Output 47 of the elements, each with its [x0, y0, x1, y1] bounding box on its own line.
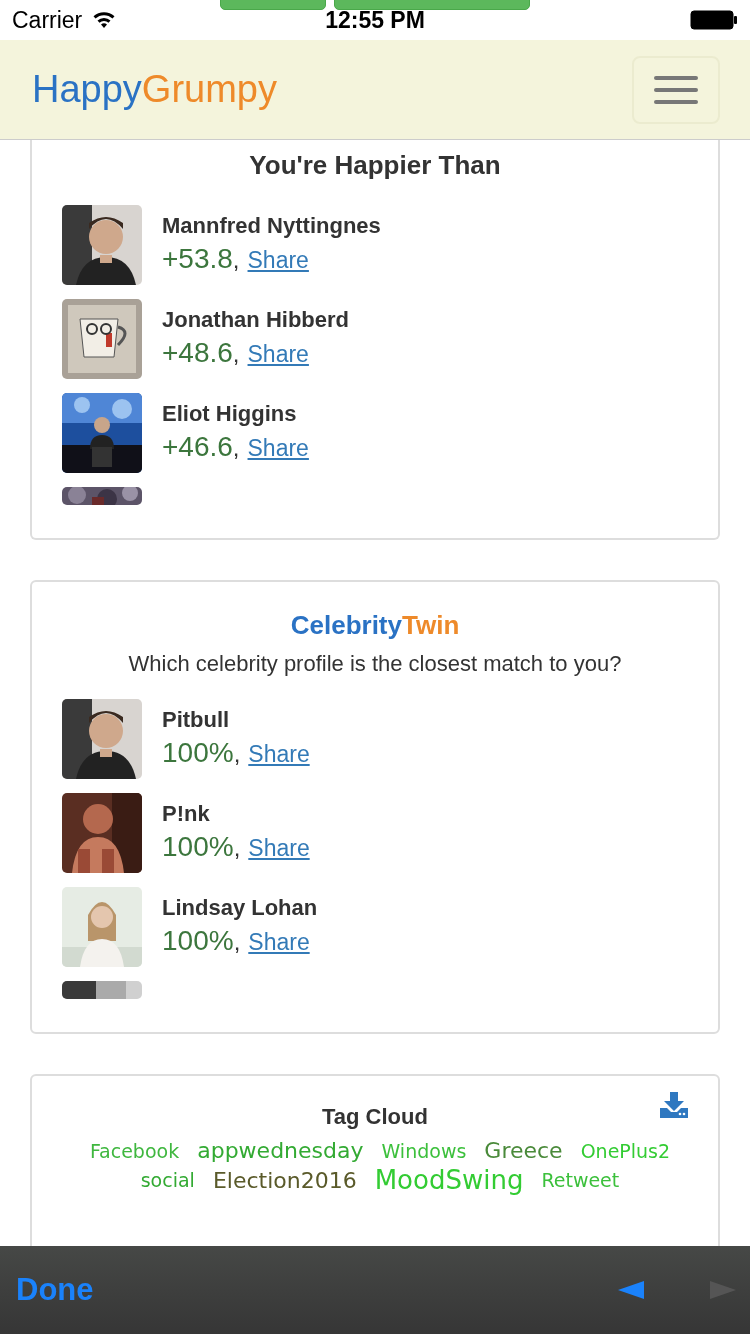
score-value: +46.6 [162, 431, 233, 463]
tag-link[interactable]: Election2016 [212, 1167, 357, 1193]
share-link[interactable]: Share [248, 929, 310, 956]
share-link[interactable]: Share [247, 435, 309, 462]
tag-link[interactable]: appwednesday [197, 1138, 364, 1163]
tag-link[interactable]: Retweet [541, 1169, 620, 1191]
back-arrow-button[interactable] [618, 1281, 644, 1299]
card-title: CelebrityTwin [289, 610, 461, 641]
score-value: +53.8 [162, 243, 233, 275]
comma-text: , [232, 434, 240, 462]
share-link[interactable]: Share [248, 741, 310, 768]
tag-link[interactable]: Windows [381, 1139, 467, 1162]
card-title: Tag Cloud [322, 1104, 428, 1130]
comma-text: , [232, 246, 240, 274]
card-title: You're Happier Than [248, 150, 502, 181]
wifi-icon [92, 11, 117, 29]
person-name: Eliot Higgins [162, 401, 298, 427]
tag-link[interactable]: social [140, 1169, 195, 1191]
menu-button[interactable] [632, 55, 720, 124]
clock-time: 12:55 PM [325, 6, 425, 34]
score-value: 100% [162, 737, 234, 769]
tag-link[interactable]: Facebook [89, 1139, 180, 1162]
battery-icon [690, 10, 738, 30]
score-value: 100% [162, 831, 234, 863]
person-name: Pitbull [162, 707, 231, 733]
score-value: +48.6 [162, 337, 233, 369]
person-name: Mannfred Nyttingnes [162, 213, 381, 239]
card-subtitle: Which celebrity profile is the closest match to you? [127, 651, 623, 677]
share-link[interactable]: Share [247, 341, 309, 368]
download-icon[interactable] [660, 1092, 688, 1118]
done-button[interactable]: Done [16, 1272, 94, 1308]
tag-link[interactable]: Greece [484, 1138, 563, 1163]
person-name: Lindsay Lohan [162, 895, 318, 921]
comma-text: , [233, 740, 241, 768]
comma-text: , [233, 834, 241, 862]
comma-text: , [232, 340, 240, 368]
comma-text: , [233, 928, 241, 956]
person-name: Jonathan Hibberd [162, 307, 349, 333]
brand-logo[interactable]: HappyGrumpy [32, 68, 277, 111]
tag-link[interactable]: OnePlus2 [580, 1139, 671, 1162]
score-value: 100% [162, 925, 234, 957]
share-link[interactable]: Share [247, 247, 309, 274]
carrier-label: Carrier [12, 6, 83, 34]
share-link[interactable]: Share [248, 835, 310, 862]
menu-icon [654, 75, 698, 104]
tag-link[interactable]: MoodSwing [374, 1165, 524, 1195]
person-name: P!nk [162, 801, 211, 827]
